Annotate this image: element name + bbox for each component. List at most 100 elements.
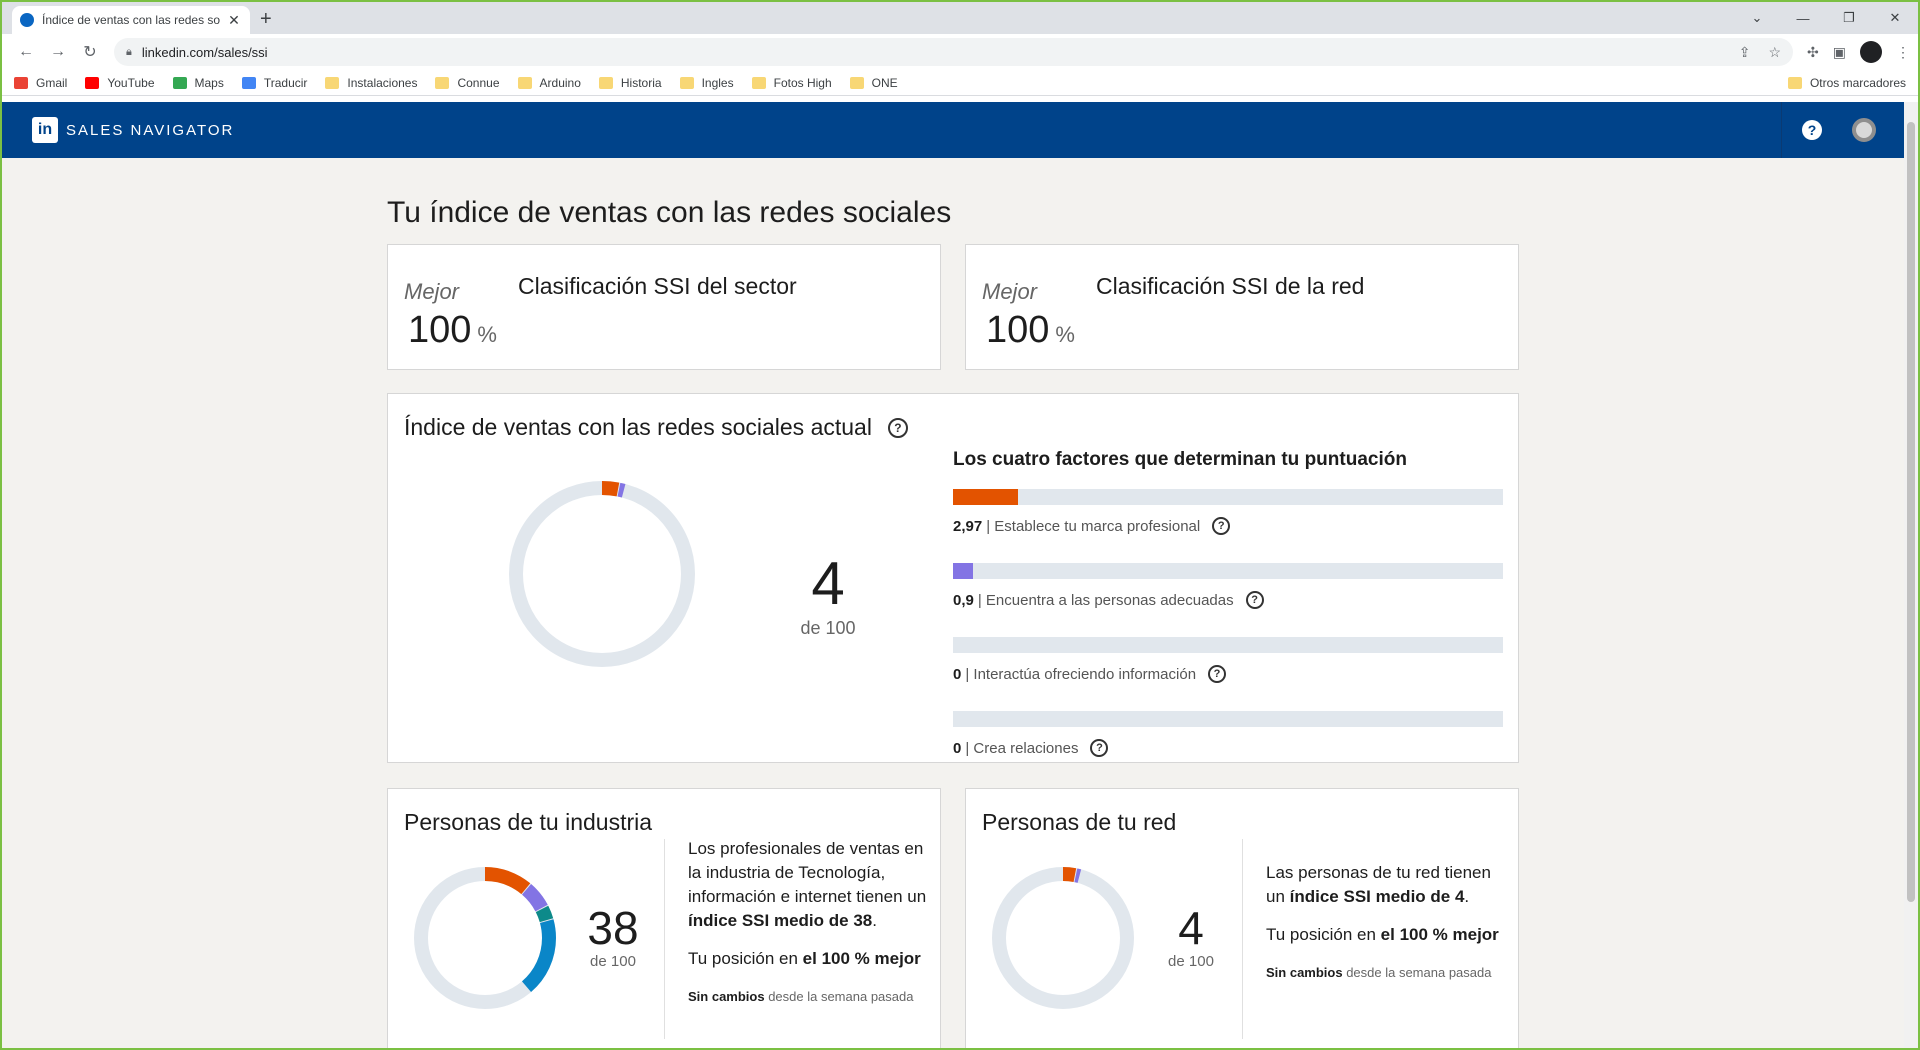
factors: Los cuatro factores que determinan tu pu… <box>953 449 1503 785</box>
bookmark-maps[interactable]: Maps <box>172 76 224 90</box>
question-icon[interactable]: ? <box>1090 739 1109 757</box>
rank-best-label: Mejor <box>982 279 1038 304</box>
ssi-current-card: Índice de ventas con las redes sociales … <box>387 393 1519 763</box>
forward-button[interactable]: → <box>42 43 74 61</box>
industry-change: Sin cambios desde la semana pasada <box>688 989 914 1004</box>
bookmark-folder[interactable]: Fotos High <box>751 76 832 90</box>
linkedin-logo-icon[interactable]: in <box>32 117 58 143</box>
profile-avatar[interactable] <box>1860 41 1882 63</box>
factor-track <box>953 489 1503 505</box>
close-icon[interactable]: ✕ <box>226 12 242 29</box>
industry-position: Tu posición en el 100 % mejor <box>688 949 921 968</box>
network-position: Tu posición en el 100 % mejor <box>1266 925 1499 944</box>
factor-label: | Encuentra a las personas adecuadas <box>977 591 1234 609</box>
sidepanel-icon[interactable]: ▣ <box>1833 44 1846 61</box>
bookmark-folder[interactable]: Ingles <box>679 76 734 90</box>
ssi-donut-chart <box>509 481 695 667</box>
gmail-icon <box>14 76 28 89</box>
page-title: Tu índice de ventas con las redes social… <box>387 196 952 229</box>
industry-title: Personas de tu industria <box>404 809 653 835</box>
factor-fill <box>953 563 973 579</box>
minimize-button[interactable]: — <box>1780 2 1826 34</box>
rank-label: Clasificación SSI del sector <box>518 273 797 299</box>
donut-track <box>992 867 1134 1009</box>
reload-button[interactable]: ↻ <box>74 42 106 62</box>
restore-button[interactable]: ❐ <box>1826 2 1872 34</box>
browser-tab[interactable]: Índice de ventas con las redes so ✕ <box>12 6 250 34</box>
bookmark-folder[interactable]: Connue <box>435 76 500 90</box>
factor-track <box>953 711 1503 727</box>
folder-icon <box>517 76 532 89</box>
app-title[interactable]: SALES NAVIGATOR <box>66 122 234 139</box>
sales-navigator-header: in SALES NAVIGATOR ? <box>2 102 1906 158</box>
industry-card: Personas de tu industria 38 de 100 Los p… <box>387 788 941 1048</box>
folder-icon <box>598 76 613 89</box>
bookmark-gmail[interactable]: Gmail <box>14 76 67 90</box>
ssi-title: Índice de ventas con las redes sociales … <box>404 414 908 441</box>
factor-brand: 2,97 | Establece tu marca profesional? <box>953 489 1503 535</box>
browser-toolbar: ← → ↻ 🔒︎ linkedin.com/sales/ssi ⇪ ☆ ✣ ▣ … <box>2 34 1918 70</box>
scrollbar-thumb[interactable] <box>1907 122 1915 902</box>
menu-icon[interactable]: ⋮ <box>1896 44 1910 61</box>
lock-icon[interactable]: 🔒︎ <box>126 46 132 59</box>
rank-value: 100% <box>408 309 497 351</box>
bookmark-youtube[interactable]: YouTube <box>85 76 155 90</box>
question-icon[interactable]: ? <box>1208 665 1227 683</box>
question-icon[interactable]: ? <box>1245 591 1264 609</box>
star-icon[interactable]: ☆ <box>1768 44 1781 61</box>
factor-value: 0 <box>953 739 962 757</box>
youtube-icon <box>85 76 100 89</box>
folder-icon <box>325 76 340 89</box>
factors-title: Los cuatro factores que determinan tu pu… <box>953 449 1407 470</box>
folder-icon <box>679 76 694 89</box>
industry-score-max: de 100 <box>590 953 636 970</box>
back-button[interactable]: ← <box>10 43 42 61</box>
question-icon[interactable]: ? <box>1212 517 1231 535</box>
bookmark-folder[interactable]: Historia <box>598 76 662 90</box>
rank-value: 100% <box>986 309 1075 351</box>
factor-label: | Interactúa ofreciendo información <box>965 665 1197 683</box>
avatar[interactable] <box>1852 118 1876 142</box>
folder-icon <box>1787 76 1802 89</box>
factor-value: 0 <box>953 665 962 683</box>
factor-value: 2,97 <box>953 517 983 535</box>
network-title: Personas de tu red <box>982 809 1177 835</box>
extensions-icon[interactable]: ✣ <box>1807 44 1819 61</box>
help-icon[interactable]: ? <box>1802 120 1822 140</box>
bookmark-folder[interactable]: Instalaciones <box>325 76 417 90</box>
network-score: 4 de 100 <box>1146 905 1236 970</box>
maps-icon <box>172 76 187 89</box>
industry-donut-chart <box>414 867 556 1009</box>
factor-label: | Crea relaciones <box>965 739 1079 757</box>
industry-description: Los profesionales de ventas en la indust… <box>688 837 928 1009</box>
industry-score: 38 de 100 <box>568 905 658 970</box>
ssi-score: 4 de 100 <box>768 554 888 639</box>
url-text: linkedin.com/sales/ssi <box>141 44 268 60</box>
scrollbar[interactable] <box>1904 102 1918 1048</box>
main-content: Tu índice de ventas con las redes social… <box>387 158 1519 1048</box>
close-window-button[interactable]: ✕ <box>1872 2 1918 34</box>
bookmark-other[interactable]: Otros marcadores <box>1787 76 1906 90</box>
ssi-score-max: de 100 <box>800 618 856 638</box>
factor-insights: 0 | Interactúa ofreciendo información? <box>953 637 1503 683</box>
donut-track <box>509 481 695 667</box>
factor-fill <box>953 489 1019 505</box>
network-change: Sin cambios desde la semana pasada <box>1266 965 1492 980</box>
share-icon[interactable]: ⇪ <box>1739 44 1751 61</box>
new-tab-button[interactable]: + <box>260 8 272 31</box>
page: in SALES NAVIGATOR ? Tu índice de ventas… <box>2 102 1906 1048</box>
tab-bar: Índice de ventas con las redes so ✕ + ⌄ … <box>2 2 1918 34</box>
folder-icon <box>435 76 450 89</box>
network-score-value: 4 <box>1178 902 1204 954</box>
window-controls: ⌄ — ❐ ✕ <box>1734 2 1918 34</box>
divider <box>664 839 665 1039</box>
compass-icon <box>20 13 34 27</box>
bookmark-folder[interactable]: Arduino <box>517 76 581 90</box>
bookmark-traducir[interactable]: Traducir <box>241 76 307 90</box>
question-icon[interactable]: ? <box>887 417 908 438</box>
network-score-max: de 100 <box>1168 953 1214 970</box>
address-bar[interactable]: 🔒︎ linkedin.com/sales/ssi ⇪ ☆ <box>114 38 1794 66</box>
chevron-down-icon[interactable]: ⌄ <box>1734 2 1780 34</box>
network-rank-card: Mejor 100% Clasificación SSI de la red <box>965 244 1519 370</box>
bookmark-folder[interactable]: ONE <box>849 76 898 90</box>
